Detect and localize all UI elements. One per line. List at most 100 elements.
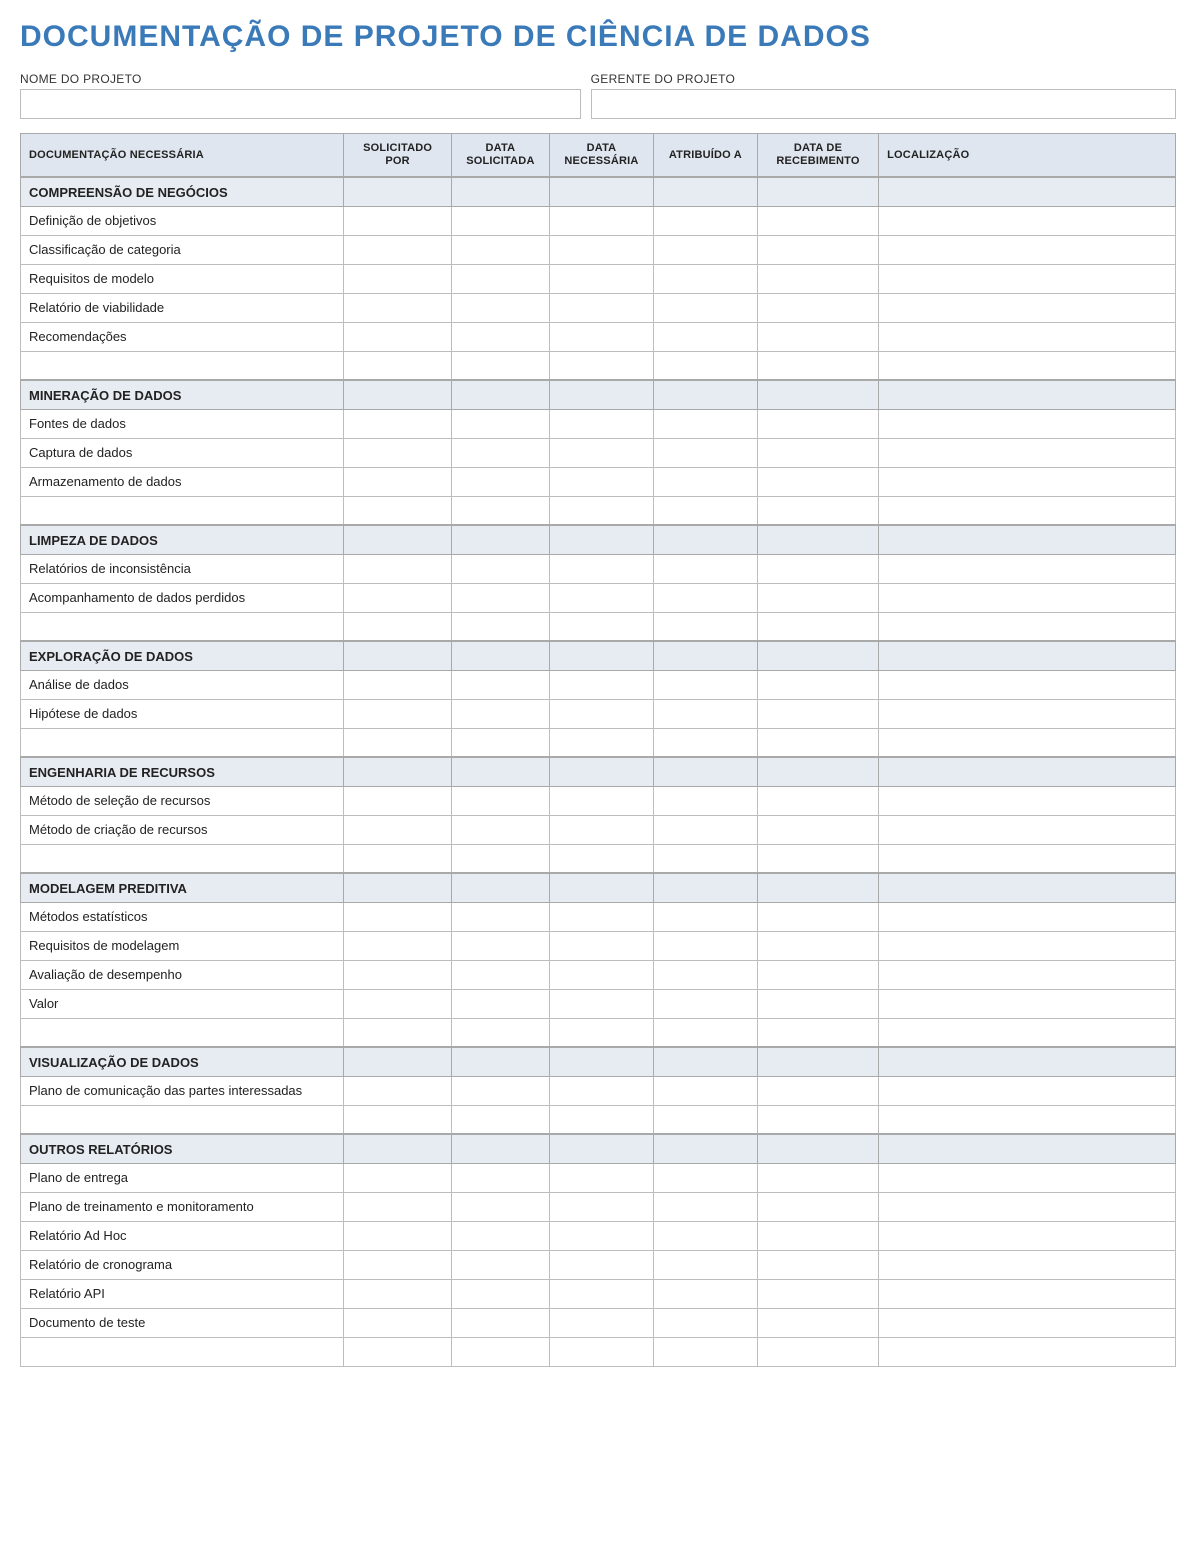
cell-assignedTo[interactable] (653, 1250, 757, 1279)
cell-requestedBy[interactable] (344, 1163, 451, 1192)
cell-requestedBy[interactable] (344, 235, 451, 264)
cell-dateReceived[interactable] (757, 1163, 878, 1192)
cell-dateReceived[interactable] (757, 293, 878, 322)
cell-dateRequested[interactable] (451, 989, 549, 1018)
cell-dateReceived[interactable] (757, 322, 878, 351)
cell-doc[interactable]: Armazenamento de dados (21, 467, 344, 496)
cell-location[interactable] (879, 1018, 1176, 1047)
cell-dateNeeded[interactable] (549, 235, 653, 264)
cell-location[interactable] (879, 1308, 1176, 1337)
cell-requestedBy[interactable] (344, 1221, 451, 1250)
cell-assignedTo[interactable] (653, 583, 757, 612)
cell-location[interactable] (879, 989, 1176, 1018)
cell-dateNeeded[interactable] (549, 467, 653, 496)
cell-dateNeeded[interactable] (549, 206, 653, 235)
cell-dateReceived[interactable] (757, 1221, 878, 1250)
cell-assignedTo[interactable] (653, 235, 757, 264)
cell-dateRequested[interactable] (451, 1221, 549, 1250)
cell-requestedBy[interactable] (344, 844, 451, 873)
cell-location[interactable] (879, 293, 1176, 322)
cell-dateRequested[interactable] (451, 264, 549, 293)
cell-doc[interactable]: Valor (21, 989, 344, 1018)
cell-doc[interactable]: Definição de objetivos (21, 206, 344, 235)
cell-assignedTo[interactable] (653, 1221, 757, 1250)
cell-assignedTo[interactable] (653, 438, 757, 467)
cell-dateNeeded[interactable] (549, 728, 653, 757)
cell-dateNeeded[interactable] (549, 902, 653, 931)
cell-dateReceived[interactable] (757, 1279, 878, 1308)
cell-assignedTo[interactable] (653, 264, 757, 293)
cell-location[interactable] (879, 1279, 1176, 1308)
project-name-input[interactable] (20, 89, 581, 119)
cell-dateRequested[interactable] (451, 1279, 549, 1308)
cell-doc[interactable]: Avaliação de desempenho (21, 960, 344, 989)
cell-doc[interactable] (21, 612, 344, 641)
cell-dateNeeded[interactable] (549, 1337, 653, 1366)
cell-requestedBy[interactable] (344, 206, 451, 235)
cell-location[interactable] (879, 1076, 1176, 1105)
cell-location[interactable] (879, 699, 1176, 728)
cell-dateNeeded[interactable] (549, 264, 653, 293)
cell-location[interactable] (879, 554, 1176, 583)
cell-requestedBy[interactable] (344, 960, 451, 989)
cell-dateRequested[interactable] (451, 902, 549, 931)
cell-assignedTo[interactable] (653, 728, 757, 757)
cell-dateRequested[interactable] (451, 699, 549, 728)
cell-requestedBy[interactable] (344, 1105, 451, 1134)
cell-requestedBy[interactable] (344, 1308, 451, 1337)
cell-dateNeeded[interactable] (549, 1163, 653, 1192)
cell-dateRequested[interactable] (451, 351, 549, 380)
cell-assignedTo[interactable] (653, 1018, 757, 1047)
cell-dateRequested[interactable] (451, 554, 549, 583)
cell-dateNeeded[interactable] (549, 815, 653, 844)
cell-dateReceived[interactable] (757, 931, 878, 960)
cell-dateNeeded[interactable] (549, 931, 653, 960)
cell-requestedBy[interactable] (344, 989, 451, 1018)
cell-requestedBy[interactable] (344, 1076, 451, 1105)
cell-dateRequested[interactable] (451, 293, 549, 322)
cell-requestedBy[interactable] (344, 322, 451, 351)
cell-requestedBy[interactable] (344, 699, 451, 728)
cell-dateNeeded[interactable] (549, 1192, 653, 1221)
cell-dateNeeded[interactable] (549, 989, 653, 1018)
cell-doc[interactable]: Requisitos de modelagem (21, 931, 344, 960)
cell-dateRequested[interactable] (451, 1163, 549, 1192)
cell-doc[interactable]: Método de seleção de recursos (21, 786, 344, 815)
cell-assignedTo[interactable] (653, 351, 757, 380)
cell-doc[interactable] (21, 728, 344, 757)
cell-doc[interactable]: Documento de teste (21, 1308, 344, 1337)
cell-dateNeeded[interactable] (549, 1221, 653, 1250)
cell-dateReceived[interactable] (757, 699, 878, 728)
cell-location[interactable] (879, 612, 1176, 641)
cell-location[interactable] (879, 728, 1176, 757)
cell-requestedBy[interactable] (344, 728, 451, 757)
cell-requestedBy[interactable] (344, 554, 451, 583)
cell-dateNeeded[interactable] (549, 960, 653, 989)
cell-dateReceived[interactable] (757, 496, 878, 525)
cell-assignedTo[interactable] (653, 989, 757, 1018)
cell-dateNeeded[interactable] (549, 554, 653, 583)
cell-location[interactable] (879, 931, 1176, 960)
cell-dateRequested[interactable] (451, 786, 549, 815)
cell-dateReceived[interactable] (757, 902, 878, 931)
cell-assignedTo[interactable] (653, 1308, 757, 1337)
cell-location[interactable] (879, 438, 1176, 467)
cell-location[interactable] (879, 496, 1176, 525)
cell-requestedBy[interactable] (344, 612, 451, 641)
cell-dateReceived[interactable] (757, 351, 878, 380)
cell-doc[interactable]: Relatório de cronograma (21, 1250, 344, 1279)
cell-doc[interactable] (21, 1018, 344, 1047)
cell-assignedTo[interactable] (653, 409, 757, 438)
cell-dateRequested[interactable] (451, 1105, 549, 1134)
cell-dateNeeded[interactable] (549, 1076, 653, 1105)
cell-requestedBy[interactable] (344, 264, 451, 293)
cell-assignedTo[interactable] (653, 670, 757, 699)
cell-location[interactable] (879, 467, 1176, 496)
cell-dateRequested[interactable] (451, 1250, 549, 1279)
cell-dateNeeded[interactable] (549, 583, 653, 612)
cell-dateRequested[interactable] (451, 583, 549, 612)
cell-assignedTo[interactable] (653, 1192, 757, 1221)
cell-location[interactable] (879, 815, 1176, 844)
cell-assignedTo[interactable] (653, 1076, 757, 1105)
cell-doc[interactable]: Análise de dados (21, 670, 344, 699)
